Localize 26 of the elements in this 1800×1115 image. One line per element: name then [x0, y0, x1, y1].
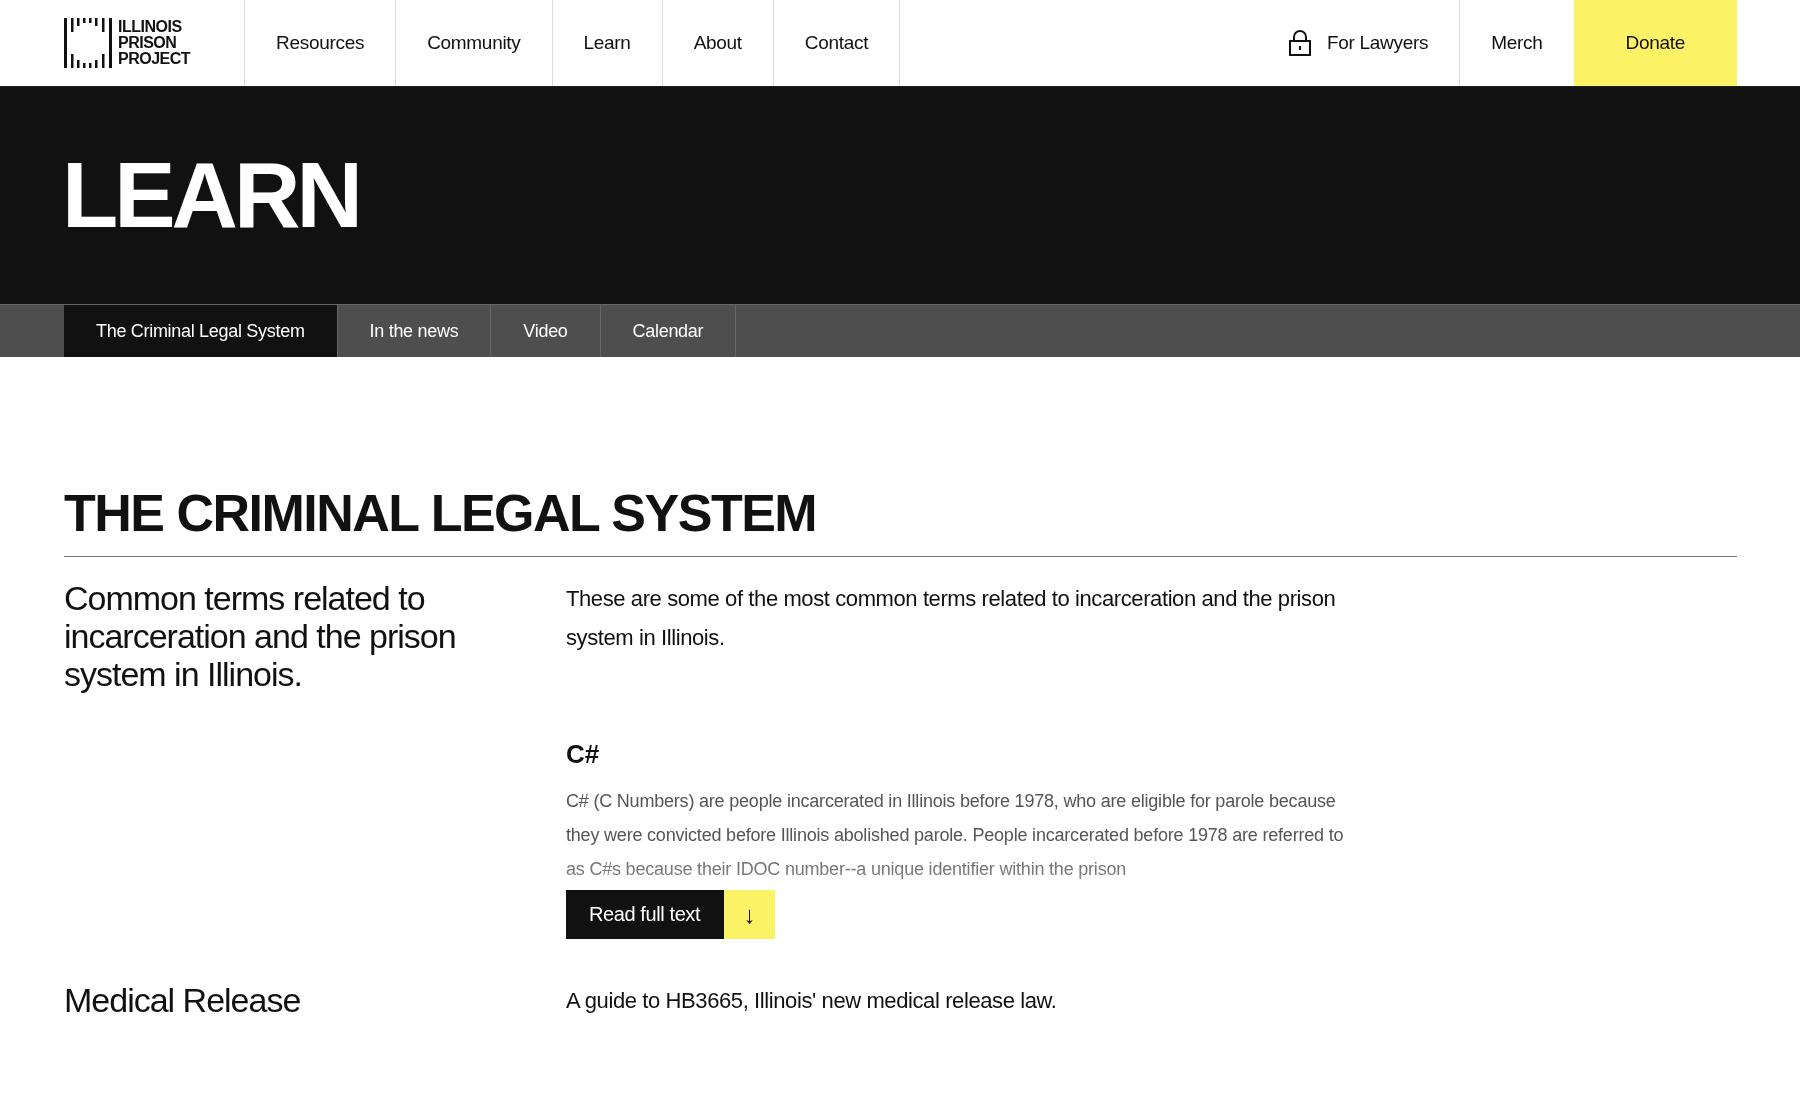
topic-heading: Medical Release	[64, 981, 302, 1021]
tab[interactable]: The Criminal Legal System	[64, 305, 338, 357]
term-heading: C#	[566, 739, 601, 771]
intro-text: A guide to HB3665, Illinois' new medical release law.	[566, 987, 1058, 1016]
donate-button[interactable]: Donate	[1573, 0, 1737, 86]
term-definition: C# (C Numbers) are people incarcerated in Illinois before 1978, who are eligible for parole because they were convicted before Illinois abolished parole. People incarcerated before 1978 are referred to as C#s because their IDOC number--a unique identifier within the prison	[566, 790, 1345, 882]
arrow-down-icon: ↓	[724, 890, 776, 940]
for-lawyers-link[interactable]: For Lawyers	[1258, 0, 1461, 86]
logo-text: ILLINOIS PRISON PROJECT	[118, 19, 192, 67]
logo[interactable]: ILLINOIS PRISON PROJECT	[0, 0, 245, 86]
section-heading: THE CRIMINAL LEGAL SYSTEM	[64, 483, 818, 544]
nav-link[interactable]: Community	[396, 0, 553, 86]
page-heading: LEARN	[62, 143, 359, 248]
read-full-text-button[interactable]: Read full text ↓	[566, 890, 776, 940]
tab[interactable]: Video	[491, 305, 601, 357]
nav-link[interactable]: Contact	[773, 0, 901, 86]
topic-heading: Common terms related to incarceration and the prison system in Illinois.	[64, 579, 457, 696]
lock-icon	[1289, 30, 1311, 56]
logo-icon	[64, 18, 112, 68]
merch-link[interactable]: Merch	[1460, 0, 1574, 86]
tab[interactable]: In the news	[337, 305, 492, 357]
nav-link[interactable]: Learn	[552, 0, 663, 86]
nav-link[interactable]: About	[662, 0, 774, 86]
intro-text: These are some of the most common terms related to incarceration and the prison system in Illinois.	[566, 585, 1337, 653]
nav-link[interactable]: Resources	[245, 0, 397, 86]
tab[interactable]: Calendar	[600, 305, 737, 357]
